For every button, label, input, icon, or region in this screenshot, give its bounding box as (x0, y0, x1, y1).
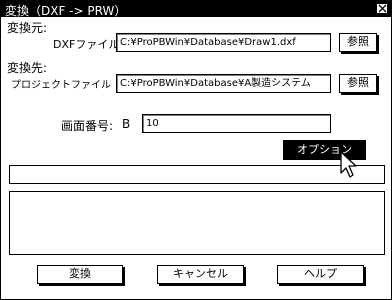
log-area (9, 191, 385, 255)
screen-prefix: B (122, 117, 131, 131)
destination-section-label: 変換先: (7, 61, 48, 75)
help-button[interactable]: ヘルプ (277, 265, 364, 284)
dxf-file-label: DXFファイル (53, 38, 120, 51)
project-file-input[interactable]: C:¥ProPBWin¥Database¥A製造システム (116, 74, 331, 93)
status-field (9, 165, 385, 184)
dxf-file-input[interactable]: C:¥ProPBWin¥Database¥Draw1.dxf (116, 33, 331, 52)
project-file-label: プロジェクトファイル (11, 80, 111, 91)
cancel-button[interactable]: キャンセル (157, 265, 244, 284)
browse-project-button[interactable]: 参照 (339, 74, 377, 93)
screen-number-label: 画面番号: (61, 119, 114, 133)
browse-dxf-button[interactable]: 参照 (339, 33, 377, 52)
close-button[interactable] (376, 3, 388, 14)
screen-number-input[interactable]: 10 (142, 114, 331, 133)
convert-button[interactable]: 変換 (37, 265, 123, 284)
close-icon (378, 4, 387, 13)
source-section-label: 変換元: (7, 21, 48, 35)
mouse-pointer-icon (340, 151, 357, 178)
title-bar[interactable]: 変換（DXF -> PRW） (1, 1, 391, 18)
window-title: 変換（DXF -> PRW） (5, 4, 127, 18)
convert-dialog: 変換（DXF -> PRW） 変換元: DXFファイル C:¥ProPBWin¥… (0, 0, 392, 300)
